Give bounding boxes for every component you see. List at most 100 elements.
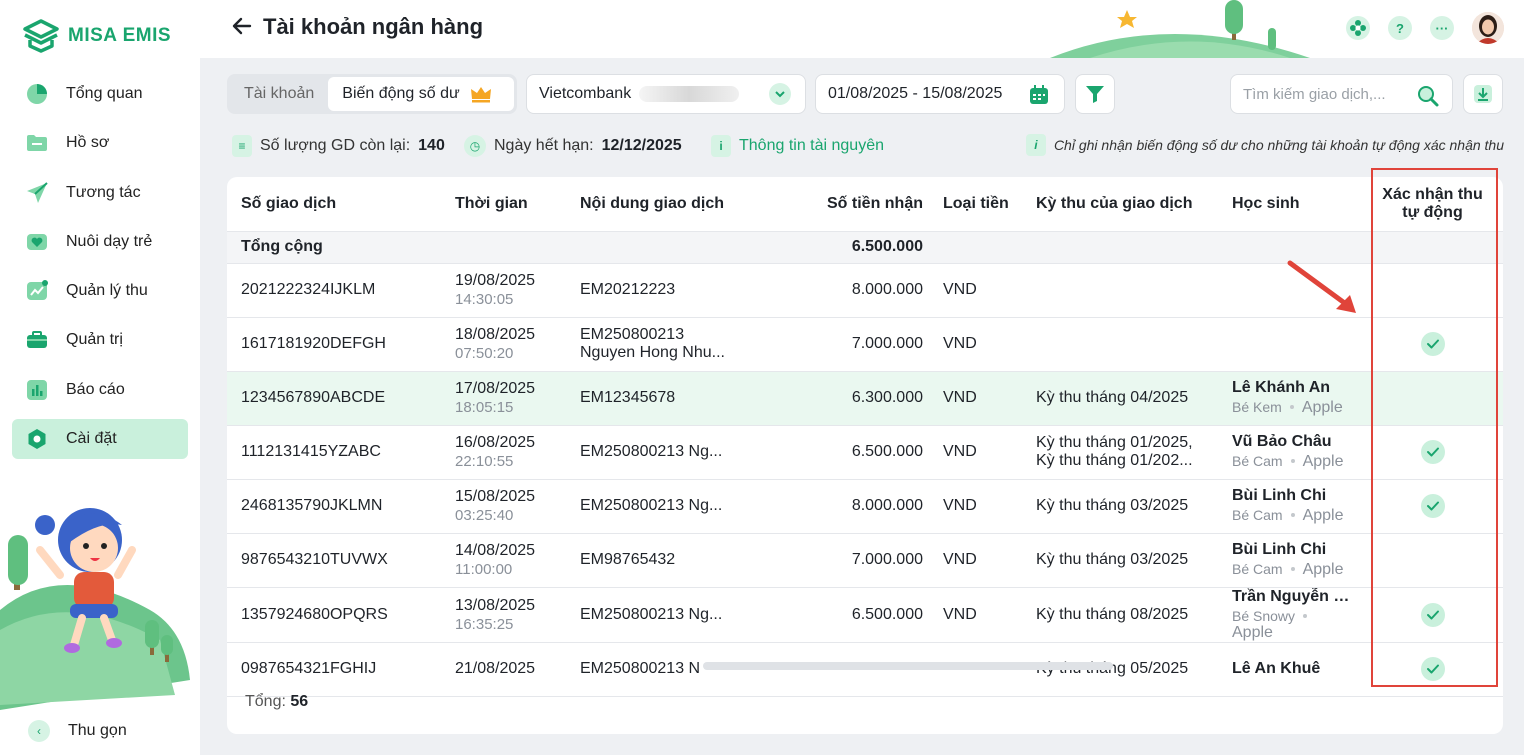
sidebar-item-quan-tri[interactable]: Quản trị	[12, 320, 188, 360]
cell-student: Lê Khánh An Bé Kem Apple	[1222, 371, 1362, 426]
sidebar-nav: Tổng quan Hồ sơ Tương tác Nuôi dạy trẻ Q…	[12, 74, 188, 468]
expiry-date: ◷ Ngày hết hạn: 12/12/2025	[464, 134, 682, 158]
student-name[interactable]: Bùi Linh Chi	[1232, 541, 1352, 559]
cell-content: EM98765432	[570, 533, 780, 588]
col-header-student: Học sinh	[1222, 177, 1362, 232]
download-button[interactable]	[1463, 74, 1503, 114]
cell-txn-id: 2468135790JKLMN	[227, 479, 445, 534]
table-row[interactable]: 1234567890ABCDE 17/08/2025 18:05:15 EM12345…	[227, 371, 1503, 426]
sidebar-item-bao-cao[interactable]: Báo cáo	[12, 370, 188, 410]
table-row[interactable]: 9876543210TUVWX 14/08/2025 11:00:00 EM98765…	[227, 533, 1503, 588]
help-icon[interactable]: ?	[1388, 16, 1412, 40]
sidebar-item-label: Cài đặt	[66, 430, 117, 448]
separator-dot	[1290, 459, 1295, 463]
sidebar: MISA EMIS Tổng quan Hồ sơ Tương tác Nuôi…	[0, 0, 200, 755]
search-icon	[1418, 86, 1439, 107]
cell-time: 14/08/2025 11:00:00	[445, 533, 570, 588]
back-arrow-icon[interactable]	[230, 14, 254, 38]
txn-content: EM250800213 Ng...	[580, 497, 723, 514]
txn-id: 2468135790JKLMN	[241, 497, 383, 514]
student-name[interactable]: Lê An Khuê	[1232, 660, 1352, 678]
cell-period	[1026, 263, 1222, 318]
sidebar-item-ho-so[interactable]: Hồ sơ	[12, 123, 188, 163]
chevron-left-icon: ‹	[28, 720, 50, 742]
student-class: Bé Cam	[1232, 561, 1283, 577]
child-illustration	[0, 508, 190, 710]
student-name[interactable]: Lê Khánh An	[1232, 379, 1352, 397]
student-meta: Bé SnowyApple	[1232, 608, 1352, 642]
cell-content: EM250800213 Nguyen Hong Nhu...	[570, 317, 780, 372]
clock-icon: ◷	[464, 135, 486, 157]
settings-icon	[24, 426, 50, 452]
cell-time: 15/08/2025 03:25:40	[445, 479, 570, 534]
collapse-sidebar-button[interactable]: ‹ Thu gọn	[28, 720, 127, 742]
misa-logo-icon	[23, 19, 59, 53]
student-name[interactable]: Trần Nguyễn M...	[1232, 588, 1352, 606]
table-row[interactable]: 1617181920DEFGH 18/08/2025 07:50:20 EM25080…	[227, 317, 1503, 372]
txn-date: 15/08/2025	[455, 488, 536, 505]
table-row[interactable]: 1357924680OPQRS 13/08/2025 16:35:25 EM25080…	[227, 587, 1503, 643]
sidebar-item-nuoi-day-tre[interactable]: Nuôi dạy trẻ	[12, 222, 188, 262]
search-input[interactable]: Tìm kiếm giao dịch,...	[1230, 74, 1453, 114]
sidebar-item-tong-quan[interactable]: Tổng quan	[12, 74, 188, 114]
info-icon: i	[1025, 134, 1046, 156]
student-class: Bé Snowy	[1232, 607, 1296, 624]
table-row[interactable]: 2468135790JKLMN 15/08/2025 03:25:40 EM25080…	[227, 479, 1503, 534]
date-range-value: 01/08/2025 - 15/08/2025	[828, 85, 1003, 102]
txn-content-line2: Nguyen Hong Nhu...	[580, 344, 725, 361]
tab-bien-dong-so-du[interactable]: Biến động số dư	[328, 77, 514, 111]
auto-confirm-note: i Chỉ ghi nhận biến động số dư cho những…	[1025, 134, 1504, 156]
txn-time: 16:35:25	[455, 615, 514, 633]
cell-amount: 8.000.000	[780, 479, 933, 534]
sidebar-item-tuong-tac[interactable]: Tương tác	[12, 173, 188, 213]
sidebar-item-label: Hồ sơ	[66, 134, 110, 152]
date-range-picker[interactable]: 01/08/2025 - 15/08/2025	[815, 74, 1065, 114]
resource-info-link[interactable]: Thông tin tài nguyên	[739, 137, 884, 155]
student-name[interactable]: Bùi Linh Chi	[1232, 487, 1352, 505]
flower-icon[interactable]	[1346, 16, 1370, 40]
txn-content: EM20212223	[580, 281, 676, 298]
app-logo[interactable]: MISA EMIS	[22, 18, 171, 54]
cell-currency: VND	[933, 479, 1026, 534]
bank-select[interactable]: Vietcombank	[526, 74, 806, 114]
col-header-amount: Số tiền nhận	[780, 177, 933, 232]
page-header: Tài khoản ngân hàng ? ···	[200, 0, 1524, 58]
sidebar-item-quan-ly-thu[interactable]: Quản lý thu	[12, 271, 188, 311]
student-org: Apple	[1301, 399, 1343, 416]
txn-period-line2: Kỳ thu tháng 01/202...	[1036, 452, 1193, 469]
tab-tai-khoan[interactable]: Tài khoản	[230, 77, 328, 111]
cell-currency: VND	[933, 533, 1026, 588]
total-count-value: 56	[290, 693, 309, 710]
table-row[interactable]: 1112131415YZABC 16/08/2025 22:10:55 EM25080…	[227, 425, 1503, 480]
col-header-txn-id: Số giao dịch	[227, 177, 445, 232]
txn-period: Kỳ thu tháng 04/2025	[1036, 389, 1189, 406]
remaining-label: Số lượng GD còn lại:	[260, 137, 411, 154]
filter-button[interactable]	[1075, 74, 1115, 114]
user-avatar[interactable]	[1472, 12, 1504, 44]
cell-content: EM250800213 Ng...	[570, 425, 780, 480]
bar-chart-icon	[24, 377, 50, 403]
cell-time: 13/08/2025 16:35:25	[445, 587, 570, 643]
student-name[interactable]: Vũ Bảo Châu	[1232, 433, 1352, 451]
txn-date: 16/08/2025	[455, 434, 536, 451]
sidebar-item-label: Nuôi dạy trẻ	[66, 232, 153, 250]
cell-time: 17/08/2025 18:05:15	[445, 371, 570, 426]
txn-id: 2021222324IJKLM	[241, 281, 376, 298]
txn-period: Kỳ thu tháng 03/2025	[1036, 497, 1189, 514]
txn-id: 1112131415YZABC	[241, 443, 381, 460]
more-icon[interactable]: ···	[1430, 16, 1454, 40]
txn-date: 18/08/2025	[455, 326, 536, 343]
folder-icon	[24, 130, 50, 156]
download-icon	[1474, 85, 1492, 103]
cell-txn-id: 1357924680OPQRS	[227, 587, 445, 643]
sidebar-item-cai-dat[interactable]: Cài đặt	[12, 419, 188, 460]
cell-student: Bùi Linh Chi Bé Cam Apple	[1222, 479, 1362, 534]
heart-icon	[24, 229, 50, 255]
resource-info: i Thông tin tài nguyên	[711, 134, 884, 158]
horizontal-scrollbar[interactable]	[703, 662, 1113, 670]
col-header-currency: Loại tiền	[933, 177, 1026, 232]
txn-period: Kỳ thu tháng 03/2025	[1036, 551, 1189, 568]
cell-content: EM20212223	[570, 263, 780, 318]
search-placeholder: Tìm kiếm giao dịch,...	[1243, 85, 1386, 103]
separator-dot	[1303, 613, 1308, 618]
